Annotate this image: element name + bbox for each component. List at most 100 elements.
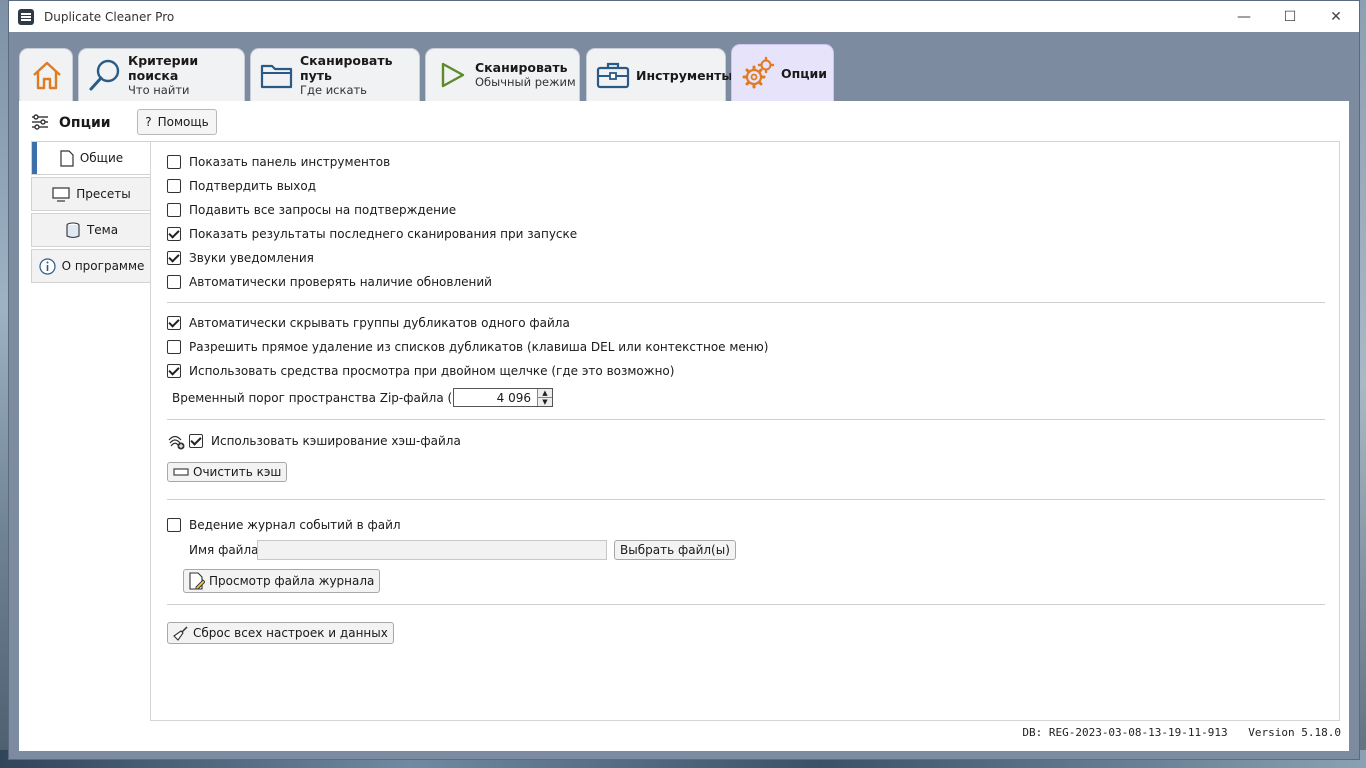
clear-cache-button[interactable]: Очистить кэш <box>167 462 288 482</box>
status-footer: DB: REG-2023-03-08-13-19-11-913 Version … <box>1022 726 1341 739</box>
option-auto-hide-groups[interactable]: Автоматически скрывать группы дубликатов… <box>167 314 570 332</box>
checkbox[interactable] <box>167 518 181 532</box>
sidebar-item-general[interactable]: Общие <box>31 141 151 175</box>
tab-tools[interactable]: Инструменты <box>586 48 733 101</box>
option-label: Разрешить прямое удаление из списков дуб… <box>189 340 769 354</box>
gears-icon <box>741 56 775 90</box>
play-icon <box>435 58 469 92</box>
choose-files-button[interactable]: Выбрать файл(ы) <box>614 540 736 560</box>
option-notification-sounds[interactable]: Звуки уведомления <box>167 249 314 267</box>
version-label: Version 5.18.0 <box>1248 726 1341 739</box>
option-confirm-exit[interactable]: Подтвердить выход <box>167 177 316 195</box>
separator <box>167 499 1325 500</box>
option-hash-cache[interactable]: Использовать кэширование хэш-файла <box>167 432 461 450</box>
separator <box>167 419 1325 420</box>
option-double-click-viewer[interactable]: Использовать средства просмотра при двой… <box>167 362 674 380</box>
option-label: Использовать средства просмотра при двой… <box>189 364 675 378</box>
checkbox[interactable] <box>167 203 181 217</box>
option-show-toolbar[interactable]: Показать панель инструментов <box>167 153 390 171</box>
option-auto-update-check[interactable]: Автоматически проверять наличие обновлен… <box>167 273 492 291</box>
sidebar-item-label: О программе <box>61 259 145 273</box>
option-label: Показать результаты последнего сканирова… <box>189 227 578 241</box>
checkbox[interactable] <box>167 316 181 330</box>
option-label: Ведение журнал событий в файл <box>189 518 401 532</box>
info-icon <box>38 257 56 275</box>
options-header: Опции <box>31 111 111 135</box>
stepper-down-icon[interactable]: ▼ <box>538 397 552 406</box>
checkbox[interactable] <box>167 155 181 169</box>
zip-threshold-label: Временный порог пространства Zip-файла (… <box>172 391 476 405</box>
checkbox[interactable] <box>167 251 181 265</box>
fingerprint-icon <box>167 432 185 450</box>
separator <box>167 302 1325 303</box>
general-settings-panel: Показать панель инструментов Подтвердить… <box>150 141 1340 721</box>
stepper-arrows: ▲ ▼ <box>537 389 552 406</box>
option-label: Подтвердить выход <box>189 179 316 193</box>
filename-input[interactable] <box>257 540 607 560</box>
checkbox[interactable] <box>167 227 181 241</box>
tab-options[interactable]: Опции <box>731 44 834 101</box>
option-suppress-prompts[interactable]: Подавить все запросы на подтверждение <box>167 201 456 219</box>
help-button[interactable]: ? Помощь <box>137 109 217 135</box>
close-button[interactable]: ✕ <box>1313 1 1359 32</box>
checkbox[interactable] <box>167 364 181 378</box>
reset-all-button[interactable]: Сброс всех настроек и данных <box>167 622 394 644</box>
tab-scan-path-subtitle: Где искать <box>300 82 367 97</box>
help-button-label: Помощь <box>157 115 209 129</box>
maximize-button[interactable]: ☐ <box>1267 1 1313 32</box>
options-sidebar: Общие Пресеты Тема О программе <box>31 141 151 285</box>
broom-icon <box>173 625 189 641</box>
tab-options-title: Опции <box>781 65 828 81</box>
checkbox[interactable] <box>167 179 181 193</box>
option-label: Подавить все запросы на подтверждение <box>189 203 457 217</box>
tab-scan-path[interactable]: Сканировать путь Где искать <box>250 48 420 101</box>
tab-scan-title: Сканировать <box>475 60 568 75</box>
option-log-to-file[interactable]: Ведение журнал событий в файл <box>167 516 401 534</box>
theme-icon <box>65 221 81 239</box>
monitor-icon <box>52 186 70 202</box>
title-bar: Duplicate Cleaner Pro — ☐ ✕ <box>9 1 1359 32</box>
option-label: Автоматически скрывать группы дубликатов… <box>189 316 570 330</box>
search-icon <box>88 58 122 92</box>
tab-scan-subtitle: Обычный режим <box>475 75 576 89</box>
app-window: Duplicate Cleaner Pro — ☐ ✕ Критерии пои… <box>8 0 1360 760</box>
toolbox-icon <box>596 58 630 92</box>
tab-search-criteria-title: Критерии поиска <box>128 52 199 83</box>
tab-home[interactable] <box>19 48 73 101</box>
checkbox[interactable] <box>167 275 181 289</box>
minimize-button[interactable]: — <box>1221 1 1267 32</box>
option-show-last-results[interactable]: Показать результаты последнего сканирова… <box>167 225 577 243</box>
options-content: Опции ? Помощь Общие Пресеты Тема О прог… <box>19 101 1349 751</box>
option-label: Показать панель инструментов <box>189 155 391 169</box>
sidebar-item-presets[interactable]: Пресеты <box>31 177 151 211</box>
tab-tools-title: Инструменты <box>636 67 733 83</box>
tab-scan-path-title: Сканировать путь <box>300 52 393 83</box>
folder-icon <box>260 58 294 92</box>
checkbox[interactable] <box>189 434 203 448</box>
main-tab-row: Критерии поиска Что найти Сканировать пу… <box>9 32 1359 102</box>
view-log-button[interactable]: Просмотр файла журнала <box>183 569 381 593</box>
stepper-up-icon[interactable]: ▲ <box>538 389 552 397</box>
help-icon: ? <box>145 115 152 129</box>
reset-all-label: Сброс всех настроек и данных <box>193 626 388 640</box>
sidebar-item-theme[interactable]: Тема <box>31 213 151 247</box>
sidebar-item-about[interactable]: О программе <box>31 249 151 283</box>
zip-threshold-stepper[interactable]: 4 096 ▲ ▼ <box>453 388 553 407</box>
window-title: Duplicate Cleaner Pro <box>44 9 175 24</box>
options-title: Опции <box>59 115 111 131</box>
desktop-left-edge <box>0 0 8 768</box>
sliders-icon <box>31 113 49 133</box>
option-label: Автоматически проверять наличие обновлен… <box>189 275 492 289</box>
zip-threshold-value[interactable]: 4 096 <box>454 391 537 405</box>
checkbox[interactable] <box>167 340 181 354</box>
edit-document-icon <box>189 572 205 590</box>
home-icon <box>30 58 64 92</box>
view-log-label: Просмотр файла журнала <box>209 574 375 588</box>
tab-search-criteria[interactable]: Критерии поиска Что найти <box>78 48 245 101</box>
tab-scan[interactable]: Сканировать Обычный режим <box>425 48 580 101</box>
option-direct-delete[interactable]: Разрешить прямое удаление из списков дуб… <box>167 338 768 356</box>
choose-files-label: Выбрать файл(ы) <box>620 543 730 557</box>
option-label: Звуки уведомления <box>189 251 314 265</box>
db-id: DB: REG-2023-03-08-13-19-11-913 <box>1022 726 1228 739</box>
clear-cache-label: Очистить кэш <box>193 465 282 479</box>
